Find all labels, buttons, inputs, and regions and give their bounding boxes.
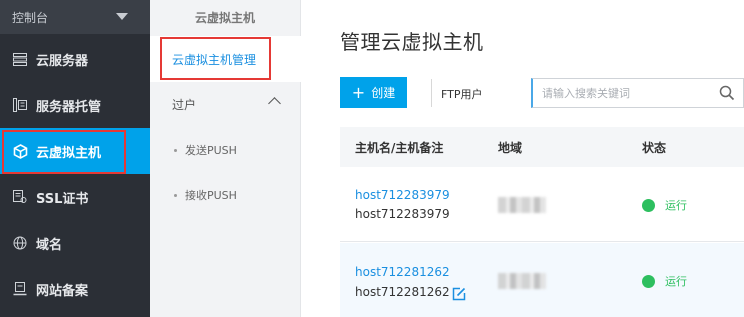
page-title: 管理云虚拟主机 bbox=[340, 30, 484, 54]
subnav-item-virtual-host-manage[interactable]: 云虚拟主机管理 bbox=[150, 36, 301, 82]
host-link[interactable]: host712283979 bbox=[355, 188, 450, 202]
host-remark: host712283979 bbox=[355, 207, 450, 221]
search-input[interactable] bbox=[533, 79, 703, 107]
ftp-user-link[interactable]: FTP用户 bbox=[441, 86, 483, 102]
search-box bbox=[531, 78, 744, 108]
hosting-icon bbox=[12, 97, 28, 113]
sidebar-item-label: 服务器托管 bbox=[36, 99, 102, 115]
divider bbox=[431, 79, 432, 107]
secondary-nav-title: 云虚拟主机 bbox=[194, 10, 255, 25]
table-row: host712283979 host712283979 运行 bbox=[340, 167, 744, 242]
status-text: 运行 bbox=[665, 275, 687, 288]
sidebar-item-label: 云服务器 bbox=[36, 53, 89, 69]
search-icon[interactable] bbox=[719, 85, 735, 101]
sidebar-item-ssl[interactable]: SSL证书 bbox=[0, 174, 150, 220]
column-header-host[interactable]: 主机名/主机备注 bbox=[355, 139, 443, 156]
bullet-icon bbox=[174, 148, 177, 152]
sidebar-item-domain[interactable]: 域名 bbox=[0, 220, 150, 266]
subnav-item-send-push[interactable]: 发送PUSH bbox=[150, 135, 301, 165]
main-sidebar: 控制台 云服务器 服务器托管 云虚拟主机 SSL证书 域名 网站备案 bbox=[0, 0, 150, 317]
sidebar-item-virtual-host[interactable]: 云虚拟主机 bbox=[0, 128, 150, 174]
plus-icon: + bbox=[351, 82, 366, 102]
column-header-status[interactable]: 状态 bbox=[642, 139, 666, 156]
sidebar-item-label: 云虚拟主机 bbox=[36, 145, 102, 161]
console-dropdown[interactable]: 控制台 bbox=[0, 0, 150, 34]
subnav-item-label: 发送PUSH bbox=[185, 144, 237, 157]
dropdown-caret-icon bbox=[116, 13, 128, 20]
host-link[interactable]: host712281262 bbox=[355, 265, 450, 279]
chevron-up-icon bbox=[268, 97, 281, 110]
region-redacted bbox=[498, 273, 546, 289]
subnav-group-label: 过户 bbox=[172, 97, 197, 112]
status-text: 运行 bbox=[665, 199, 687, 212]
console-label: 控制台 bbox=[12, 10, 49, 25]
status-running-icon bbox=[642, 199, 655, 212]
subnav-item-receive-push[interactable]: 接收PUSH bbox=[150, 180, 301, 210]
certificate-icon bbox=[12, 189, 28, 205]
record-icon bbox=[12, 281, 28, 297]
server-list-icon bbox=[12, 51, 28, 67]
create-button[interactable]: + 创建 bbox=[340, 77, 407, 108]
globe-icon bbox=[12, 235, 28, 251]
subnav-item-label: 接收PUSH bbox=[185, 189, 237, 202]
status-running-icon bbox=[642, 275, 655, 288]
bullet-icon bbox=[174, 193, 177, 197]
cube-icon bbox=[12, 143, 28, 159]
create-button-label: 创建 bbox=[371, 86, 396, 100]
sidebar-item-label: SSL证书 bbox=[36, 191, 89, 207]
main-content: 管理云虚拟主机 + 创建 FTP用户 主机名/主机备注 地域 状态 host71… bbox=[301, 0, 744, 317]
subnav-group-transfer[interactable]: 过户 bbox=[150, 84, 301, 124]
table-row: host712281262 host712281262 运行 bbox=[340, 243, 744, 317]
sidebar-item-server-hosting[interactable]: 服务器托管 bbox=[0, 82, 150, 128]
sidebar-item-icp-record[interactable]: 网站备案 bbox=[0, 266, 150, 312]
sidebar-item-cloud-server[interactable]: 云服务器 bbox=[0, 36, 150, 82]
host-remark: host712281262 bbox=[355, 285, 450, 299]
sidebar-item-label: 域名 bbox=[36, 237, 63, 253]
edit-icon[interactable] bbox=[452, 286, 466, 301]
app-root: 控制台 云服务器 服务器托管 云虚拟主机 SSL证书 域名 网站备案 云虚拟主机… bbox=[0, 0, 744, 317]
column-header-region[interactable]: 地域 bbox=[498, 139, 522, 156]
region-redacted bbox=[498, 197, 546, 213]
table-header: 主机名/主机备注 地域 状态 bbox=[340, 127, 744, 167]
sidebar-item-label: 网站备案 bbox=[36, 283, 89, 299]
secondary-nav: 云虚拟主机 云虚拟主机管理 过户 发送PUSH 接收PUSH bbox=[150, 0, 301, 317]
